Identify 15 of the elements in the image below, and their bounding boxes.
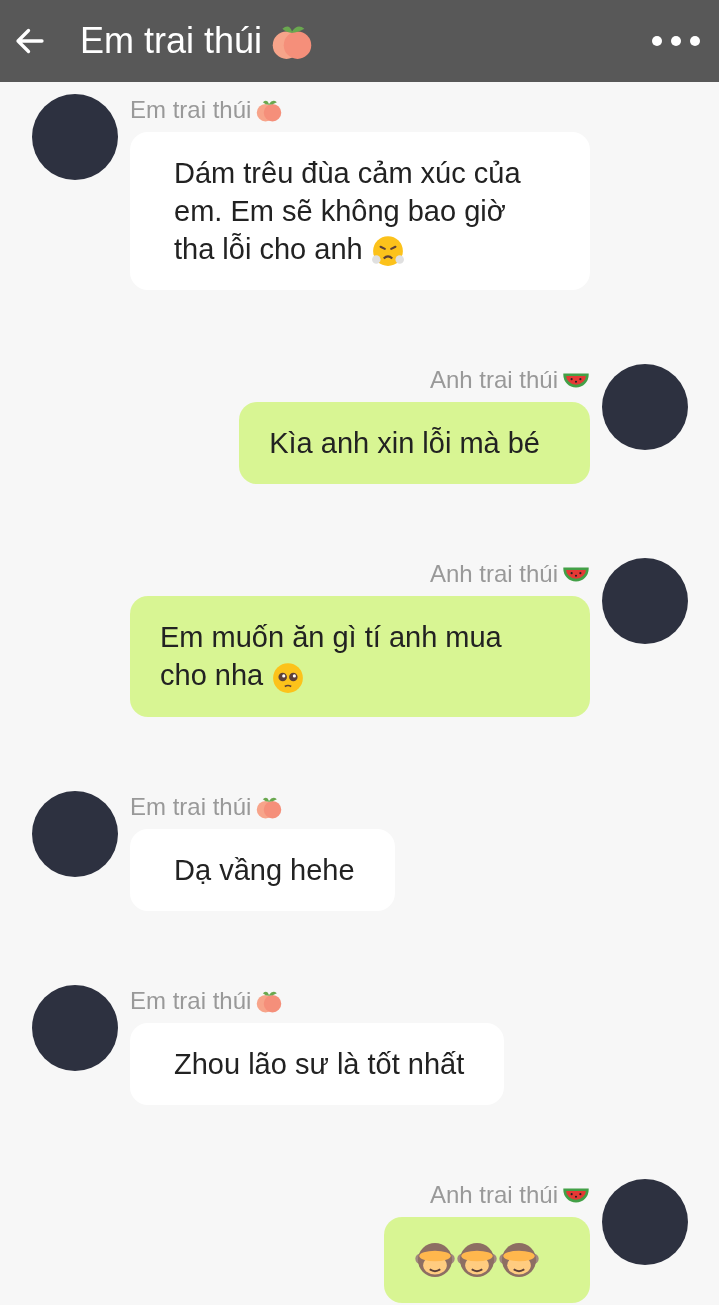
sender-name: Anh trai thúi <box>429 559 558 590</box>
sender-name: Em trai thúi <box>130 791 252 822</box>
more-options-icon[interactable] <box>651 34 701 48</box>
sender-name: Em trai thúi <box>130 95 252 125</box>
message-bubble: Zhou lão sư là tốt nhất <box>130 1022 505 1105</box>
angry-face-icon <box>370 234 405 269</box>
message-bubble: Dám trêu đùa cảm xúc của em. Em sẽ không bao giờ tha lỗi cho anh <box>130 132 590 291</box>
pleading-face-icon <box>271 660 306 695</box>
message-bubble: Em muốn ăn gì tí anh mua cho nha <box>130 596 590 717</box>
message-bubble: Kìa anh xin lỗi mà bé <box>239 402 590 485</box>
sender-name: Anh trai thúi <box>429 365 558 396</box>
sender-name: Em trai thúi <box>130 985 252 1016</box>
message-bubble: Dạ vầng hehe <box>130 828 395 911</box>
chat-title: Em trai thúi <box>80 19 263 63</box>
sender-name: Anh trai thúi <box>429 1179 558 1210</box>
